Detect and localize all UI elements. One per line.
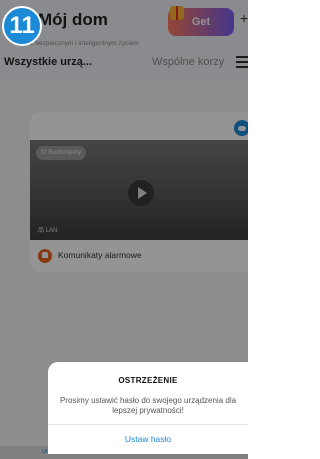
dialog-divider [48,424,248,425]
set-password-button[interactable]: Ustaw hasło [48,429,248,449]
password-warning-dialog: OSTRZEŻENIE Prosimy ustawić hasło do swo… [48,362,248,454]
dialog-message: Prosimy ustawić hasło do swojego urządze… [59,396,237,415]
app-screen: Mój dom Ł bezpiecznym i inteligentnym ży… [0,0,248,459]
step-number-badge: 11 [2,6,42,46]
dialog-title: OSTRZEŻENIE [118,376,178,385]
